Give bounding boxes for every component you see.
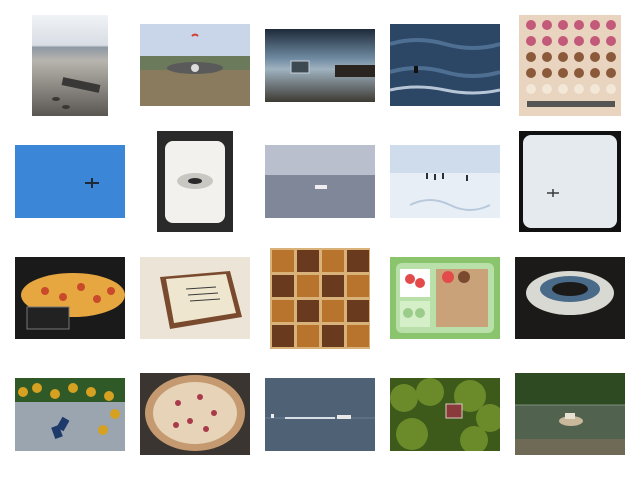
frisbee-photo: [515, 257, 625, 339]
thumbnail-lake-forest-boat[interactable]: [515, 373, 625, 455]
thumbnail-surfer-waves[interactable]: [390, 24, 500, 106]
thumbnail-pizza-whole[interactable]: [140, 373, 250, 455]
thumbnail-kite-over-field[interactable]: [140, 24, 250, 106]
thumbnail-donut-tray[interactable]: [519, 15, 621, 116]
thumbnail-sea-storm-wreck[interactable]: [265, 29, 375, 102]
kite-field-photo: [140, 24, 250, 106]
lake-boat-photo: [265, 378, 375, 451]
flowers-phone-photo: [15, 378, 125, 451]
plate-photo: [157, 131, 233, 232]
plane-sky-photo: [15, 145, 125, 218]
donuts-photo: [519, 15, 621, 116]
thumbnail-pizza-display[interactable]: [15, 257, 125, 339]
thumbnail-cake-slice[interactable]: [140, 257, 250, 339]
thumbnail-yellow-flowers-phone[interactable]: [15, 378, 125, 451]
thumbnail-frisbee[interactable]: [515, 257, 625, 339]
thumbnail-white-plate-close-up[interactable]: [157, 131, 233, 232]
thumbnail-airplane-blue-sky[interactable]: [15, 145, 125, 218]
trees-sign-photo: [390, 378, 500, 451]
pizza-display-photo: [15, 257, 125, 339]
thumbnail-green-trees-sign[interactable]: [390, 378, 500, 451]
boat-sea-photo: [265, 145, 375, 218]
thumbnail-plane-white-sky[interactable]: [519, 131, 621, 232]
sea-storm-photo: [265, 29, 375, 102]
pizza-whole-photo: [140, 373, 250, 455]
beach-photo: [32, 15, 108, 116]
surf-photo: [390, 24, 500, 106]
food-collage-photo: [270, 248, 370, 349]
thumbnail-lake-boat[interactable]: [265, 378, 375, 451]
thumbnail-lunchbox[interactable]: [390, 257, 500, 339]
cake-photo: [140, 257, 250, 339]
thumbnail-beach-footprints[interactable]: [32, 15, 108, 116]
thumbnail-food-collage[interactable]: [270, 248, 370, 349]
thumbnail-snow-field-figures[interactable]: [390, 145, 500, 218]
lunchbox-photo: [390, 257, 500, 339]
plane-frame-photo: [519, 131, 621, 232]
snow-photo: [390, 145, 500, 218]
lake-forest-photo: [515, 373, 625, 455]
thumbnail-boat-gray-sea[interactable]: [265, 145, 375, 218]
